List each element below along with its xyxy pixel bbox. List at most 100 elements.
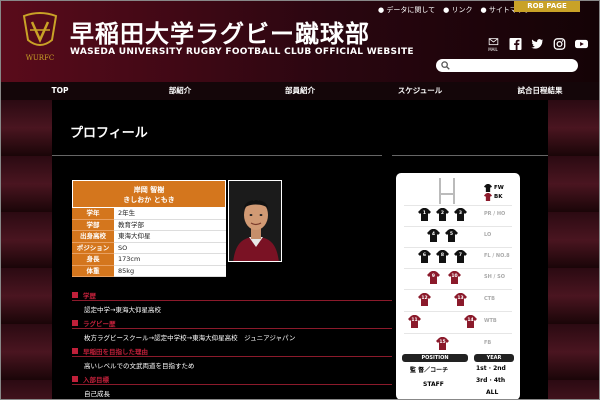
site-title-japanese[interactable]: 早稲田大学ラグビー蹴球部: [70, 14, 370, 49]
filter-coach[interactable]: 監 督／コーチ: [410, 365, 448, 374]
section-marker-icon: [72, 320, 78, 326]
links-link[interactable]: ● リンク: [443, 5, 472, 15]
jersey-5[interactable]: 5: [445, 229, 458, 242]
main-nav: TOP 部紹介 部員紹介 スケジュール 試合日程結果: [0, 82, 600, 100]
position-label-fl-no8: FL / NO.8: [484, 253, 510, 259]
formation-legend: FW BK: [484, 183, 504, 201]
site-header: WURFC 早稲田大学ラグビー蹴球部 WASEDA UNIVERSITY RUG…: [0, 0, 600, 82]
info-key: 体重: [72, 265, 114, 277]
jersey-10[interactable]: 10: [448, 271, 461, 284]
goal-posts-icon: [439, 178, 455, 204]
profile-sections: 学歴 認定中学→東海大仰星高校 ラグビー歴 枚方ラグビースクール→認定中学校→東…: [72, 290, 392, 400]
jersey-13[interactable]: 13: [454, 293, 467, 306]
utility-links: ● データに関して ● リンク ● サイトマップ: [378, 5, 531, 15]
jersey-6[interactable]: 6: [418, 250, 431, 263]
position-label-wtb: WTB: [484, 318, 497, 324]
jersey-2[interactable]: 2: [436, 208, 449, 221]
mail-icon: [488, 38, 498, 46]
filter-staff[interactable]: STAFF: [423, 381, 444, 388]
filter-year-1-2[interactable]: 1st · 2nd: [476, 365, 506, 372]
section-title: ラグビー歴: [83, 320, 116, 328]
position-label-ctb: CTB: [484, 296, 495, 302]
main-content: プロフィール 岸岡 智樹 きしおか ともき 学年 2年生 学部 教育学部 出身高: [52, 100, 548, 400]
info-row-faculty: 学部 教育学部: [72, 219, 226, 231]
nav-members[interactable]: 部員紹介: [240, 82, 360, 100]
page-title: プロフィール: [70, 126, 148, 141]
formation-row-divider: [404, 205, 512, 206]
nav-top[interactable]: TOP: [0, 82, 120, 100]
player-name-box: 岸岡 智樹 きしおか ともき: [72, 180, 226, 208]
section-marker-icon: [72, 376, 78, 382]
player-name-kanji: 岸岡 智樹: [133, 186, 165, 194]
section-header: 早稲田を目指した理由: [72, 346, 392, 357]
section-marker-icon: [72, 292, 78, 298]
facebook-link[interactable]: [508, 38, 522, 52]
info-value: SO: [114, 242, 226, 254]
nav-club-intro[interactable]: 部紹介: [120, 82, 240, 100]
legend-bk-label: BK: [494, 193, 503, 200]
info-key: 出身高校: [72, 231, 114, 243]
section-header: 学歴: [72, 290, 392, 301]
jersey-12[interactable]: 12: [418, 293, 431, 306]
jersey-number: 4: [431, 232, 436, 237]
forward-jersey-icon: [484, 183, 492, 192]
rob-page-button[interactable]: ROB PAGE: [514, 0, 580, 12]
info-key: 学部: [72, 219, 114, 231]
position-label-lo: LO: [484, 232, 492, 238]
club-logo-icon[interactable]: WURFC: [16, 10, 64, 66]
back-jersey-icon: [484, 192, 492, 201]
twitter-link[interactable]: [530, 38, 544, 52]
right-decoration: [548, 100, 600, 400]
jersey-1[interactable]: 1: [418, 208, 431, 221]
formation-row-divider: [404, 226, 512, 227]
mail-label: MAIL: [488, 47, 498, 52]
info-value: 2年生: [114, 208, 226, 220]
section-marker-icon: [72, 348, 78, 354]
formation-row-divider: [404, 268, 512, 269]
filter-year-3-4[interactable]: 3rd · 4th: [476, 377, 505, 384]
section-education: 学歴 認定中学→東海大仰星高校: [72, 290, 392, 318]
youtube-link[interactable]: [574, 38, 588, 52]
search-input[interactable]: [436, 59, 578, 72]
data-link-label: データに関して: [386, 6, 436, 14]
nav-results[interactable]: 試合日程結果: [480, 82, 600, 100]
instagram-link[interactable]: [552, 38, 566, 52]
legend-forwards: FW: [484, 183, 504, 192]
jersey-4[interactable]: 4: [427, 229, 440, 242]
facebook-icon: [509, 38, 521, 50]
info-row-height: 身長 173cm: [72, 254, 226, 266]
formation-row-divider: [404, 247, 512, 248]
jersey-number: 5: [449, 232, 454, 237]
jersey-7[interactable]: 7: [454, 250, 467, 263]
jersey-number: 7: [458, 253, 463, 258]
section-body: 自己成長: [84, 390, 110, 398]
data-link[interactable]: ● データに関して: [378, 5, 435, 15]
title-divider: [52, 155, 382, 156]
jersey-14[interactable]: 14: [464, 315, 477, 328]
social-links: MAIL: [486, 38, 588, 52]
position-label-sh-so: SH / SO: [484, 274, 505, 280]
player-photo: [228, 180, 282, 262]
jersey-15[interactable]: 15: [436, 337, 449, 350]
jersey-number: 3: [458, 211, 463, 216]
jersey-number: 6: [422, 253, 427, 258]
formation-row-divider: [404, 289, 512, 290]
info-value: 東海大仰星: [114, 231, 226, 243]
section-rugby-history: ラグビー歴 枚方ラグビースクール→認定中学校→東海大仰星高校 ジュニアジャパン: [72, 318, 392, 346]
jersey-number: 8: [440, 253, 445, 258]
position-filter-header: POSITION: [402, 354, 468, 362]
jersey-9[interactable]: 9: [427, 271, 440, 284]
left-decoration: [0, 100, 52, 400]
section-title: 早稲田を目指した理由: [83, 348, 148, 356]
nav-schedule[interactable]: スケジュール: [360, 82, 480, 100]
section-goal: 入部目標 自己成長: [72, 374, 392, 400]
jersey-3[interactable]: 3: [454, 208, 467, 221]
formation-row-divider: [404, 311, 512, 312]
mail-link[interactable]: MAIL: [486, 38, 500, 52]
jersey-11[interactable]: 11: [408, 315, 421, 328]
filter-year-all[interactable]: ALL: [486, 389, 498, 396]
section-body: 高いレベルでの文武両道を目指すため: [84, 362, 195, 370]
panel-divider: [392, 155, 548, 156]
jersey-8[interactable]: 8: [436, 250, 449, 263]
info-value: 173cm: [114, 254, 226, 266]
